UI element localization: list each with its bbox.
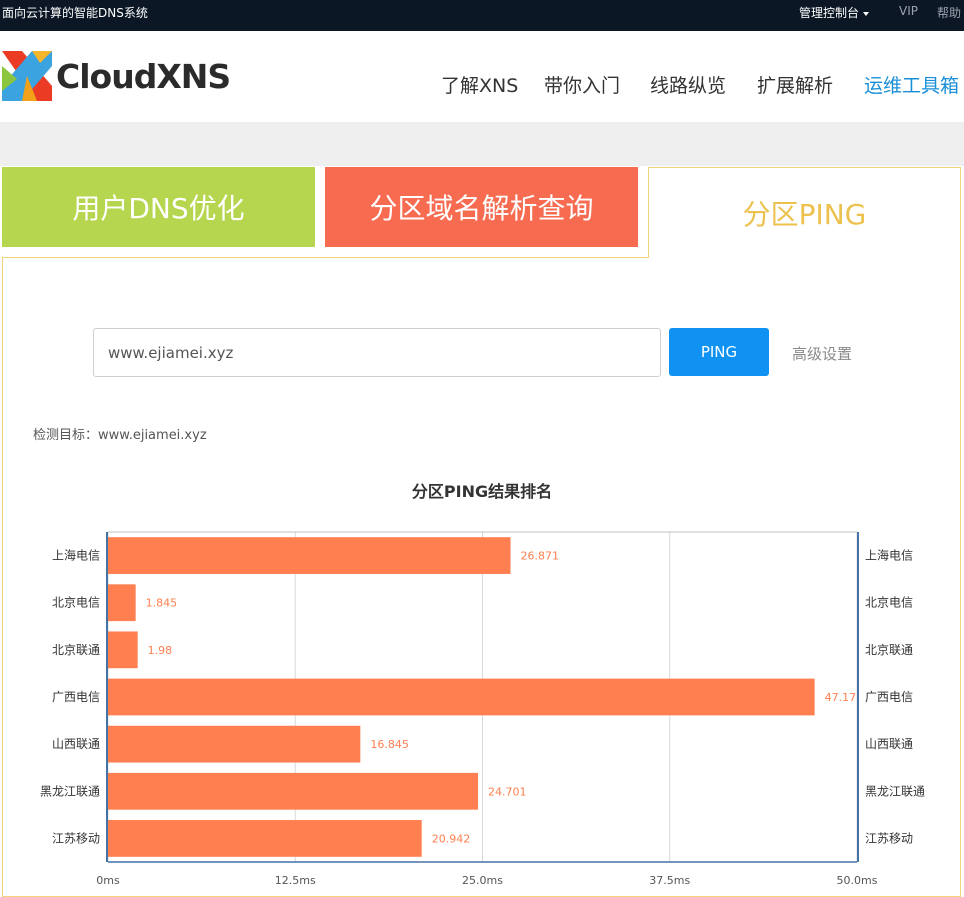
bar [108,631,138,669]
advanced-settings-link[interactable]: 高级设置 [792,343,852,364]
chevron-down-icon [863,11,870,16]
data-label: 47.17 [825,691,857,704]
tab-zone-query[interactable]: 分区域名解析查询 [325,167,638,247]
category-label-right: 广西电信 [865,690,913,704]
domain-input[interactable] [93,328,661,377]
detection-target: 检测目标：www.ejiamei.xyz [33,428,207,443]
ping-ranking-chart: 0ms 12.5ms 25.0ms 37.5ms 50.0ms 26.871 上海电信 上海电… [40,531,925,887]
category-label-right: 北京联通 [865,643,913,657]
tab-dns-optimization[interactable]: 用户DNS优化 [2,167,315,247]
category-label-left: 黑龙江联通 [40,784,100,798]
x-tick-label: 50.0ms [837,874,878,887]
ping-button[interactable]: PING [669,328,769,376]
nav-extend[interactable]: 扩展解析 [757,71,833,98]
nav-about[interactable]: 了解XNS [441,71,518,98]
data-label: 24.701 [488,785,527,798]
bar [108,678,815,716]
cloudxns-logo-icon[interactable] [2,51,52,101]
help-link[interactable]: 帮助 [937,4,961,21]
tab-zone-ping[interactable]: 分区PING [648,167,961,258]
data-label: 1.845 [146,597,178,610]
vip-link[interactable]: VIP [899,4,918,18]
bar [108,772,479,810]
console-menu[interactable]: 管理控制台 [799,4,870,21]
category-label-right: 江苏移动 [865,831,913,845]
bar [108,725,361,763]
nav-tools[interactable]: 运维工具箱 [864,71,959,98]
console-label: 管理控制台 [799,6,860,20]
category-label-right: 北京电信 [865,596,913,610]
category-label-left: 上海电信 [52,548,100,563]
category-label-left: 北京电信 [52,596,100,610]
category-label-right: 黑龙江联通 [865,784,925,798]
top-bar: 面向云计算的智能DNS系统 管理控制台 VIP 帮助 [0,0,964,31]
category-label-left: 江苏移动 [52,831,100,845]
nav-lines[interactable]: 线路纵览 [650,71,726,98]
category-label-right: 山西联通 [865,737,913,751]
category-label-left: 北京联通 [52,643,100,657]
data-label: 20.942 [432,832,471,845]
x-tick-label: 37.5ms [649,874,690,887]
site-header: CloudXNS 了解XNS 带你入门 线路纵览 扩展解析 运维工具箱 [0,31,964,122]
nav-start[interactable]: 带你入门 [544,71,620,98]
chart-title-text: 分区PING结果排名 [411,482,553,501]
brand-name[interactable]: CloudXNS [56,57,231,96]
category-label-left: 广西电信 [52,690,100,704]
panel-top-border [2,257,649,258]
bar [108,537,511,574]
bar [108,820,422,857]
header-divider-band [0,122,964,166]
data-label: 16.845 [370,738,409,751]
x-tick-label: 12.5ms [275,874,316,887]
data-label: 26.871 [521,550,560,563]
category-label-right: 上海电信 [865,548,913,563]
data-label: 1.98 [148,644,173,657]
chart-title: 分区PING结果排名 [0,478,964,502]
slogan: 面向云计算的智能DNS系统 [2,6,148,20]
x-tick-label: 25.0ms [462,874,503,887]
category-label-left: 山西联通 [52,737,100,751]
x-tick-label: 0ms [96,874,120,887]
bar [108,584,136,622]
